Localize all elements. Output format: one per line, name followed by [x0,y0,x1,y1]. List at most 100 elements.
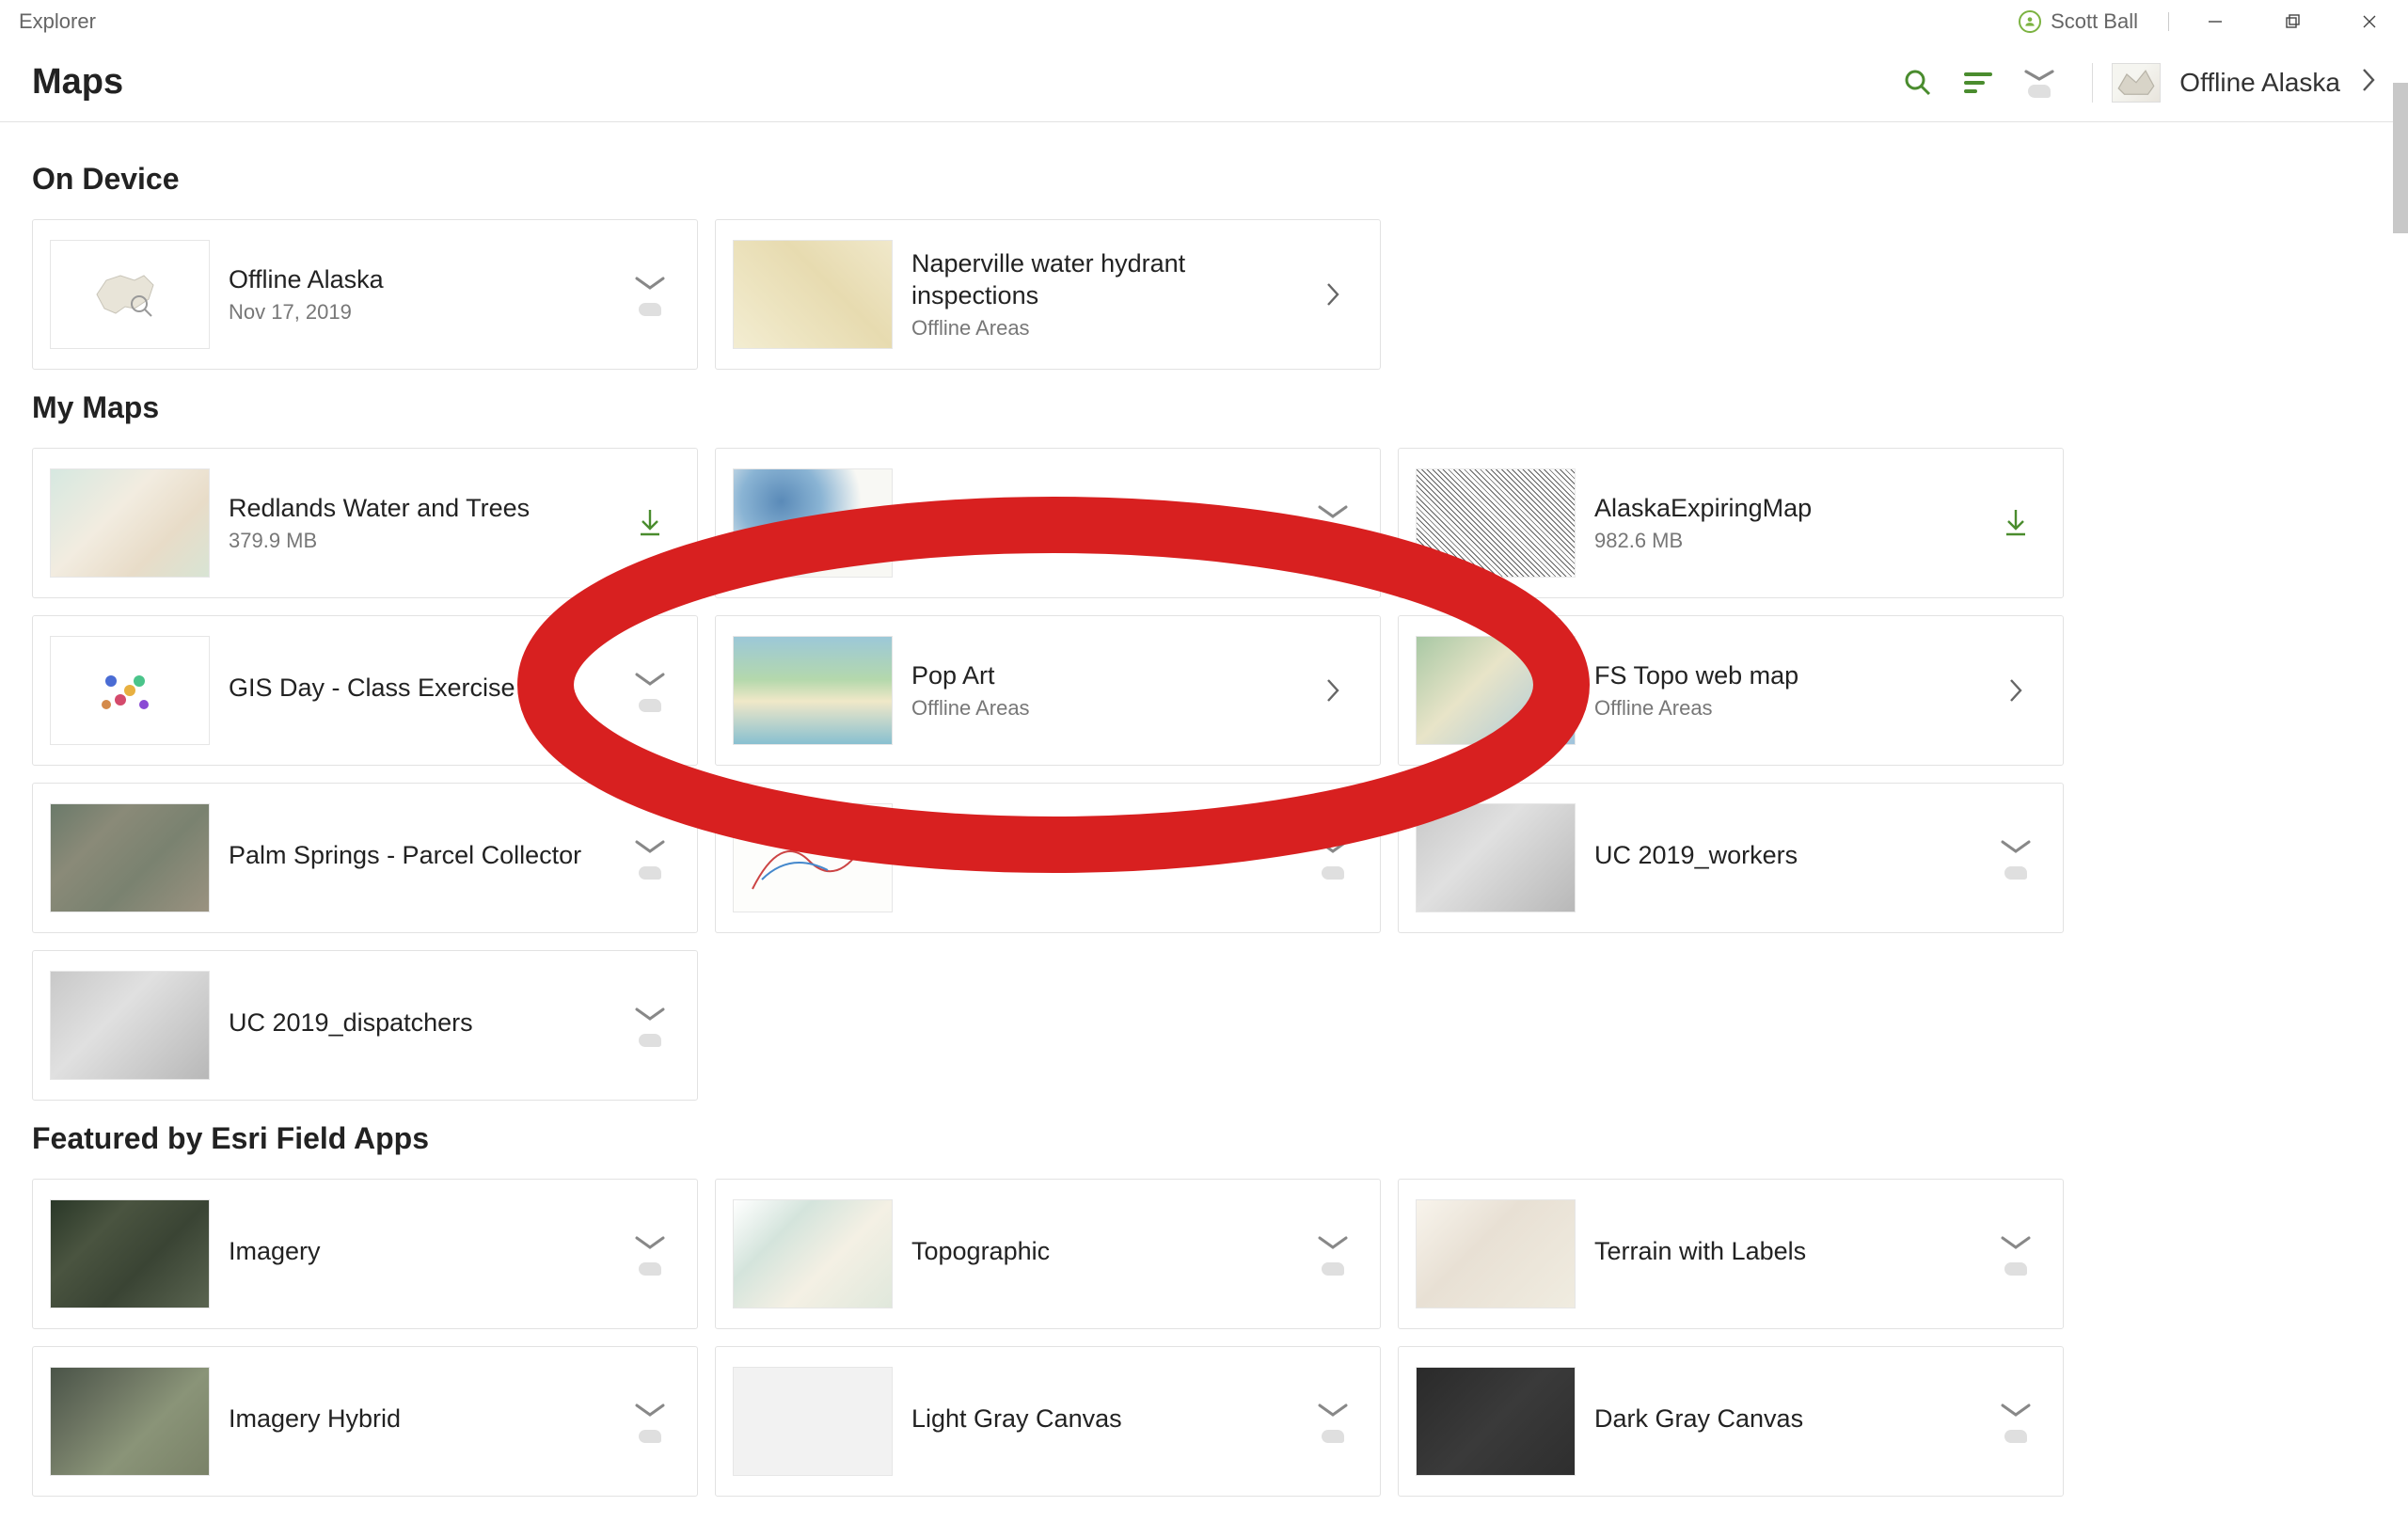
chevron-down-icon [1999,1233,2033,1257]
card-action[interactable] [1312,837,1354,880]
chevron-down-icon [633,670,667,693]
card-body: Dark Gray Canvas [1576,1403,1995,1439]
search-icon[interactable] [1902,67,1934,99]
thumb [1416,468,1576,578]
card-action[interactable] [629,1005,671,1047]
map-card-alaska-trip[interactable]: Alaska Trip Route [715,783,1381,933]
sort-icon[interactable] [1962,67,1994,99]
thumb [1416,636,1576,745]
map-card-topographic[interactable]: Topographic [715,1179,1381,1329]
thumb [1416,1367,1576,1476]
card-title: Redlands Water and Trees [229,493,629,525]
thumb [50,803,210,912]
card-body: Imagery Hybrid [210,1403,629,1439]
map-card-fs-topo[interactable]: FS Topo web map Offline Areas [1398,615,2064,766]
card-action[interactable] [1312,1401,1354,1443]
card-title: FS Topo web map [1594,660,1995,692]
section-title-my-maps: My Maps [32,390,2385,425]
card-action[interactable] [1312,1233,1354,1276]
map-card-uc-dispatchers[interactable]: UC 2019_dispatchers [32,950,698,1101]
cloud-icon [1322,866,1344,880]
offline-label: Offline Alaska [2179,68,2340,98]
download-icon[interactable] [1995,508,2036,538]
download-chevron-icon[interactable] [2022,68,2056,98]
map-card-naperville[interactable]: Naperville water hydrant inspections Off… [715,219,1381,370]
card-action[interactable] [629,1401,671,1443]
minimize-button[interactable] [2177,0,2254,43]
chevron-right-icon[interactable] [1312,280,1354,309]
card-body: Alaska Web Map [893,505,1312,541]
section-title-on-device: On Device [32,162,2385,197]
cloud-icon [1322,1262,1344,1276]
cloud-icon [639,1034,661,1047]
maximize-button[interactable] [2254,0,2331,43]
card-title: Imagery [229,1236,629,1268]
chevron-down-icon [1316,502,1350,526]
card-action[interactable] [629,1233,671,1276]
map-card-offline-alaska[interactable]: Offline Alaska Nov 17, 2019 [32,219,698,370]
card-title: GIS Day - Class Exercise [229,673,629,705]
cloud-icon [2004,866,2027,880]
card-body: Light Gray Canvas [893,1403,1312,1439]
cloud-icon [639,866,661,880]
thumb [733,240,893,349]
map-card-palm-springs[interactable]: Palm Springs - Parcel Collector [32,783,698,933]
card-sub: Offline Areas [911,696,1312,721]
app-name: Explorer [19,9,96,34]
map-card-light-gray[interactable]: Light Gray Canvas [715,1346,1381,1497]
chevron-right-icon[interactable] [1995,676,2036,705]
chevron-down-icon [1316,1233,1350,1257]
chevron-down-icon [1316,1401,1350,1424]
scrollbar[interactable] [2393,83,2408,233]
map-card-imagery[interactable]: Imagery [32,1179,698,1329]
thumb [1416,803,1576,912]
card-title: Pop Art [911,660,1312,692]
map-card-gis-day[interactable]: GIS Day - Class Exercise [32,615,698,766]
card-action[interactable] [629,274,671,316]
map-card-uc-workers[interactable]: UC 2019_workers [1398,783,2064,933]
card-action[interactable] [1312,502,1354,545]
chevron-down-icon [633,1005,667,1028]
map-card-imagery-hybrid[interactable]: Imagery Hybrid [32,1346,698,1497]
card-action[interactable] [1995,1233,2036,1276]
card-title: Offline Alaska [229,264,629,296]
divider [2168,12,2169,31]
card-action[interactable] [1995,1401,2036,1443]
chevron-right-icon[interactable] [1312,676,1354,705]
cloud-icon [2004,1430,2027,1443]
map-card-dark-gray[interactable]: Dark Gray Canvas [1398,1346,2064,1497]
card-action[interactable] [629,670,671,712]
content: On Device Offline Alaska Nov 17, 2019 Na… [0,122,2408,1538]
card-title: Imagery Hybrid [229,1403,629,1435]
thumb [50,1199,210,1308]
close-button[interactable] [2331,0,2408,43]
card-sub: 982.6 MB [1594,529,1995,553]
cloud-icon [2004,1262,2027,1276]
offline-map-selector[interactable]: Offline Alaska [2092,63,2378,103]
card-body: Palm Springs - Parcel Collector [210,840,629,876]
card-sub: Offline Areas [911,316,1312,341]
card-action[interactable] [629,837,671,880]
map-card-alaska-expiring[interactable]: AlaskaExpiringMap 982.6 MB [1398,448,2064,598]
map-card-alaska-web[interactable]: Alaska Web Map [715,448,1381,598]
map-card-redlands[interactable]: Redlands Water and Trees 379.9 MB [32,448,698,598]
thumb [50,971,210,1080]
featured-grid: Imagery Topographic Terrain with Labels [32,1179,2385,1497]
download-icon[interactable] [629,508,671,538]
map-card-terrain[interactable]: Terrain with Labels [1398,1179,2064,1329]
thumb [733,1199,893,1308]
card-body: Pop Art Offline Areas [893,660,1312,721]
card-action[interactable] [1995,837,2036,880]
card-body: FS Topo web map Offline Areas [1576,660,1995,721]
thumb [733,468,893,578]
chevron-down-icon [633,274,667,297]
thumb [1416,1199,1576,1308]
map-card-pop-art[interactable]: Pop Art Offline Areas [715,615,1381,766]
user-area[interactable]: Scott Ball [1996,9,2161,34]
card-body: Alaska Trip Route [893,840,1312,876]
section-title-featured: Featured by Esri Field Apps [32,1121,2385,1156]
thumb [50,468,210,578]
card-sub: 379.9 MB [229,529,629,553]
page-title: Maps [32,62,123,103]
card-title: Dark Gray Canvas [1594,1403,1995,1435]
